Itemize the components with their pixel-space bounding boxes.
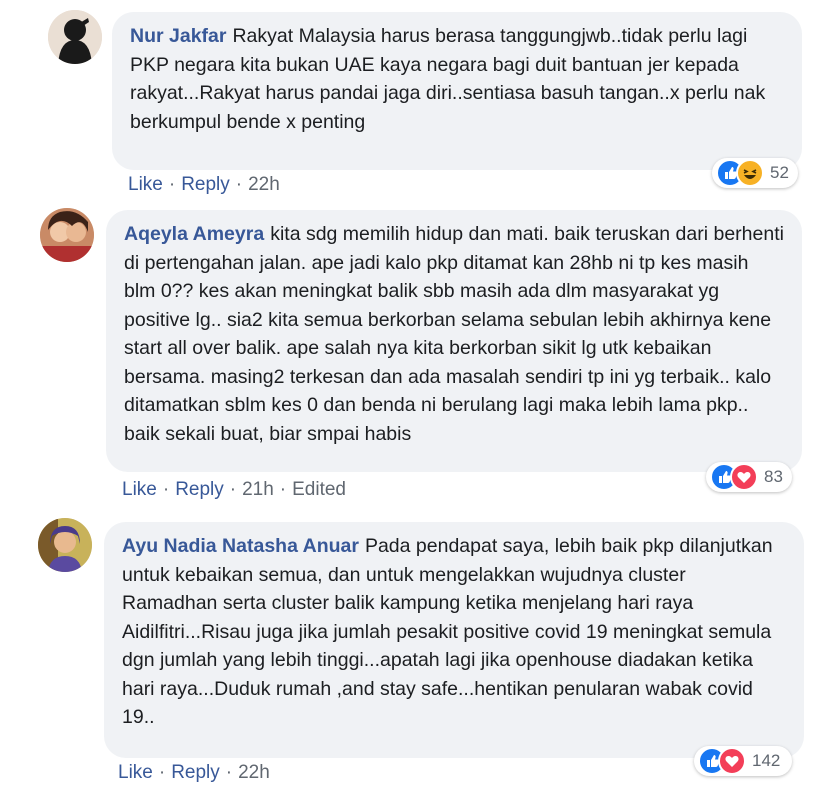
reply-button[interactable]: Reply bbox=[181, 174, 230, 195]
comment-actions: Like · Reply · 22h bbox=[118, 762, 270, 783]
reply-button[interactable]: Reply bbox=[175, 479, 224, 500]
comment-actions: Like · Reply · 22h bbox=[128, 174, 280, 195]
comment-text: Pada pendapat saya, lebih baik pkp dilan… bbox=[122, 535, 773, 728]
avatar[interactable] bbox=[48, 10, 102, 64]
reaction-count: 83 bbox=[764, 467, 783, 486]
like-button[interactable]: Like bbox=[128, 174, 163, 195]
comment-bubble: Nur Jakfar Rakyat Malaysia harus berasa t… bbox=[112, 12, 802, 170]
reaction-summary[interactable]: 52 bbox=[712, 158, 798, 188]
reaction-summary[interactable]: 83 bbox=[706, 462, 792, 492]
reaction-count: 52 bbox=[770, 163, 789, 182]
love-icon bbox=[730, 463, 758, 491]
timestamp[interactable]: 21h bbox=[242, 479, 274, 500]
comment-bubble: Aqeyla Ameyra kita sdg memilih hidup dan … bbox=[106, 210, 802, 472]
love-icon bbox=[718, 747, 746, 775]
timestamp[interactable]: 22h bbox=[248, 174, 280, 195]
haha-icon bbox=[736, 159, 764, 187]
reaction-count: 142 bbox=[752, 751, 781, 770]
comment-author[interactable]: Aqeyla Ameyra bbox=[124, 223, 264, 245]
like-button[interactable]: Like bbox=[122, 479, 157, 500]
comment-author[interactable]: Nur Jakfar bbox=[130, 25, 226, 47]
like-button[interactable]: Like bbox=[118, 762, 153, 783]
comment-bubble: Ayu Nadia Natasha Anuar Pada pendapat say… bbox=[104, 522, 804, 758]
comment-actions: Like · Reply · 21h · Edited bbox=[122, 479, 346, 500]
comment-text: kita sdg memilih hidup dan mati. baik te… bbox=[124, 223, 784, 445]
avatar[interactable] bbox=[40, 208, 94, 262]
reply-button[interactable]: Reply bbox=[171, 762, 220, 783]
avatar[interactable] bbox=[38, 518, 92, 572]
timestamp[interactable]: 22h bbox=[238, 762, 270, 783]
reaction-summary[interactable]: 142 bbox=[694, 746, 792, 776]
edited-label[interactable]: Edited bbox=[292, 479, 346, 500]
comment-author[interactable]: Ayu Nadia Natasha Anuar bbox=[122, 535, 359, 557]
